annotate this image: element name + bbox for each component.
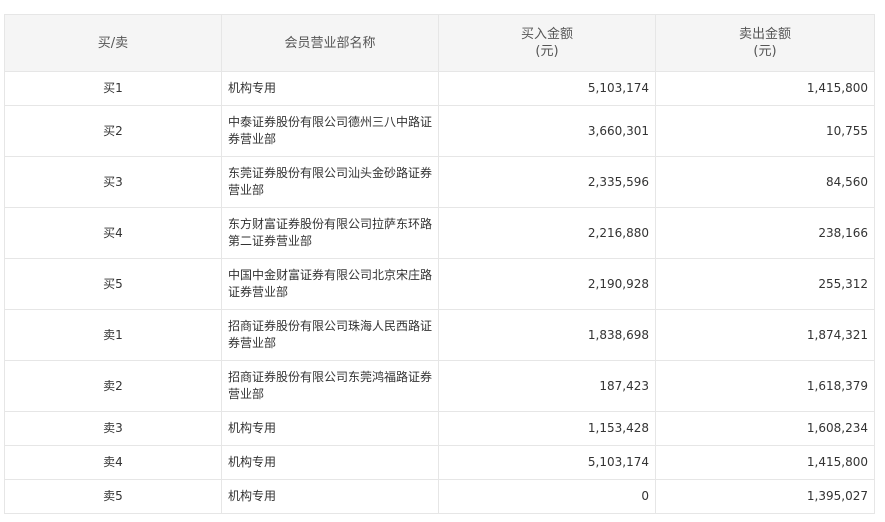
row-member-name: 东方财富证券股份有限公司拉萨东环路第二证券营业部 — [221, 207, 439, 259]
table-row: 卖1 招商证券股份有限公司珠海人民西路证券营业部 1,838,698 1,874… — [4, 309, 875, 361]
header-row: 买/卖 会员营业部名称 买入金额 (元) 卖出金额 (元) — [4, 14, 875, 72]
row-sell-amount: 1,608,234 — [655, 411, 875, 446]
header-side: 买/卖 — [4, 14, 222, 72]
row-side: 买1 — [4, 71, 222, 106]
table-row: 买3 东莞证券股份有限公司汕头金砂路证券营业部 2,335,596 84,560 — [4, 156, 875, 208]
header-buy-amount: 买入金额 (元) — [438, 14, 656, 72]
table-header: 买/卖 会员营业部名称 买入金额 (元) 卖出金额 (元) — [4, 14, 875, 72]
row-buy-amount: 2,216,880 — [438, 207, 656, 259]
row-buy-amount: 5,103,174 — [438, 71, 656, 106]
table-body: 买1 机构专用 5,103,174 1,415,800 买2 中泰证券股份有限公… — [4, 71, 875, 514]
table-row: 买1 机构专用 5,103,174 1,415,800 — [4, 71, 875, 106]
row-member-name: 机构专用 — [221, 411, 439, 446]
row-buy-amount: 3,660,301 — [438, 105, 656, 157]
row-sell-amount: 255,312 — [655, 258, 875, 310]
row-sell-amount: 1,874,321 — [655, 309, 875, 361]
row-side: 卖1 — [4, 309, 222, 361]
row-sell-amount: 1,415,800 — [655, 71, 875, 106]
row-member-name: 机构专用 — [221, 479, 439, 514]
row-side: 卖5 — [4, 479, 222, 514]
row-member-name: 机构专用 — [221, 445, 439, 480]
row-sell-amount: 10,755 — [655, 105, 875, 157]
row-sell-amount: 1,618,379 — [655, 360, 875, 412]
header-sell-amount: 卖出金额 (元) — [655, 14, 875, 72]
table-row: 买2 中泰证券股份有限公司德州三八中路证券营业部 3,660,301 10,75… — [4, 105, 875, 157]
row-member-name: 中泰证券股份有限公司德州三八中路证券营业部 — [221, 105, 439, 157]
row-member-name: 东莞证券股份有限公司汕头金砂路证券营业部 — [221, 156, 439, 208]
table-row: 卖4 机构专用 5,103,174 1,415,800 — [4, 445, 875, 480]
row-buy-amount: 187,423 — [438, 360, 656, 412]
row-side: 卖3 — [4, 411, 222, 446]
row-buy-amount: 1,838,698 — [438, 309, 656, 361]
row-side: 买2 — [4, 105, 222, 157]
row-sell-amount: 238,166 — [655, 207, 875, 259]
table-row: 买4 东方财富证券股份有限公司拉萨东环路第二证券营业部 2,216,880 23… — [4, 207, 875, 259]
row-member-name: 招商证券股份有限公司东莞鸿福路证券营业部 — [221, 360, 439, 412]
table-row: 卖2 招商证券股份有限公司东莞鸿福路证券营业部 187,423 1,618,37… — [4, 360, 875, 412]
row-side: 买5 — [4, 258, 222, 310]
row-buy-amount: 0 — [438, 479, 656, 514]
header-sell-label: 卖出金额 — [738, 27, 791, 42]
row-buy-amount: 2,190,928 — [438, 258, 656, 310]
row-sell-amount: 1,415,800 — [655, 445, 875, 480]
header-sell-unit: (元) — [753, 44, 777, 59]
header-buy-unit: (元) — [535, 44, 559, 59]
row-side: 买3 — [4, 156, 222, 208]
row-sell-amount: 1,395,027 — [655, 479, 875, 514]
row-sell-amount: 84,560 — [655, 156, 875, 208]
row-buy-amount: 1,153,428 — [438, 411, 656, 446]
table-row: 卖3 机构专用 1,153,428 1,608,234 — [4, 411, 875, 446]
row-buy-amount: 2,335,596 — [438, 156, 656, 208]
row-member-name: 招商证券股份有限公司珠海人民西路证券营业部 — [221, 309, 439, 361]
row-side: 卖4 — [4, 445, 222, 480]
row-buy-amount: 5,103,174 — [438, 445, 656, 480]
row-side: 买4 — [4, 207, 222, 259]
row-side: 卖2 — [4, 360, 222, 412]
table-row: 买5 中国中金财富证券有限公司北京宋庄路证券营业部 2,190,928 255,… — [4, 258, 875, 310]
header-buy-label: 买入金额 — [520, 27, 573, 42]
header-member: 会员营业部名称 — [221, 14, 439, 72]
broker-ranking-table-container: 买/卖 会员营业部名称 买入金额 (元) 卖出金额 (元) 买1 机构专用 5,… — [4, 14, 875, 514]
table-row: 卖5 机构专用 0 1,395,027 — [4, 479, 875, 514]
row-member-name: 中国中金财富证券有限公司北京宋庄路证券营业部 — [221, 258, 439, 310]
row-member-name: 机构专用 — [221, 71, 439, 106]
broker-ranking-table: 买/卖 会员营业部名称 买入金额 (元) 卖出金额 (元) 买1 机构专用 5,… — [4, 14, 875, 514]
